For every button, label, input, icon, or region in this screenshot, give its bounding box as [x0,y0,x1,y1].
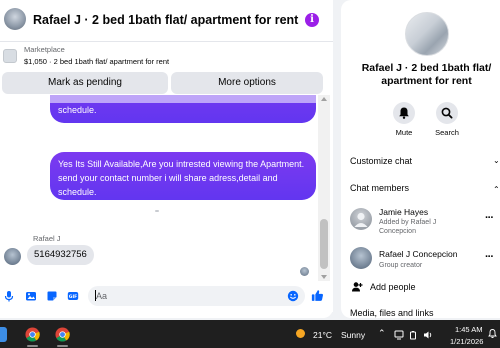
incoming-sender-avatar[interactable] [4,248,21,265]
member-avatar-jamie[interactable] [350,208,372,230]
search-button[interactable] [436,102,458,124]
svg-text:GIF: GIF [69,294,77,300]
gif-icon[interactable]: GIF [67,290,79,302]
listing-thumbnail[interactable] [3,49,17,63]
clock-date[interactable]: 1/21/2026 [450,337,483,346]
seen-indicator-avatar [300,267,309,276]
chat-avatar[interactable] [4,8,26,30]
message-input[interactable] [88,286,305,306]
incoming-sender-name: Rafael J [33,234,61,243]
listing-photo[interactable] [405,12,449,56]
customize-chat-section[interactable]: Customize chat [350,156,412,166]
member-subtitle: Group creator [379,262,423,269]
incoming-message-text: 5164932756 [34,249,87,260]
network-icon[interactable] [394,330,404,340]
member-name[interactable]: Jamie Hayes [379,207,428,217]
image-icon[interactable] [25,290,37,302]
add-person-icon[interactable] [351,281,363,293]
weather-temperature[interactable]: 21°C [313,330,332,340]
incoming-message[interactable]: 5164932756 [27,245,94,265]
chat-members-section[interactable]: Chat members [350,183,409,193]
search-label: Search [435,128,459,137]
member-more-options-icon[interactable]: ··· [485,251,494,263]
thumbs-up-icon[interactable] [311,289,324,302]
member-more-options-icon[interactable]: ··· [485,212,494,224]
taskbar-app-indicator [27,345,38,347]
scroll-down-arrow-icon[interactable] [321,275,327,279]
thread-scrollbar[interactable] [318,95,330,281]
marketplace-label: Marketplace [24,45,65,54]
mute-button[interactable] [393,102,415,124]
outgoing-message-earlier-text: schedule. [58,105,97,115]
emoji-icon[interactable] [287,290,299,302]
sun-icon[interactable] [294,327,307,340]
chevron-up-icon[interactable]: ⌃ [378,328,386,339]
faded-text-overlay [50,95,316,103]
app-icon-partial[interactable] [0,327,7,342]
scroll-up-arrow-icon[interactable] [321,97,327,101]
bell-icon [399,107,409,119]
outgoing-message[interactable]: Yes Its Still Available,Are you intreste… [50,152,316,200]
outgoing-message-text: Yes Its Still Available,Are you intreste… [58,159,305,197]
info-icon[interactable]: i [305,13,319,27]
mute-label: Mute [395,128,413,137]
member-name[interactable]: Rafael J Concepcion [379,249,457,259]
clock-time[interactable]: 1:45 AM [455,325,483,334]
add-people-button[interactable]: Add people [370,282,416,292]
member-subtitle: Added by Rafael J Concepcion [379,219,437,235]
mic-icon[interactable] [3,290,15,302]
chrome-icon[interactable] [55,327,70,342]
more-options-button[interactable]: More options [171,72,323,94]
chevron-up-icon[interactable]: ⌃ [493,185,500,194]
chevron-down-icon[interactable]: ⌄ [493,156,500,165]
message-input-placeholder: Aa [96,291,108,301]
weather-description[interactable]: Sunny [341,330,365,340]
taskbar-app-indicator [57,345,68,347]
search-icon [441,107,453,119]
chat-title[interactable]: Rafael J · 2 bed 1bath flat/ apartment f… [33,13,298,27]
listing-summary[interactable]: $1,050 · 2 bed 1bath flat/ apartment for… [24,57,169,66]
details-title: Rafael J · 2 bed 1bath flat/ apartment f… [361,62,492,87]
person-silhouette-icon [354,212,368,227]
mark-as-pending-button[interactable]: Mark as pending [2,72,168,94]
media-files-links-section[interactable]: Media, files and links [350,308,434,318]
battery-icon[interactable] [409,330,419,340]
speaker-icon[interactable] [423,330,433,340]
chrome-icon[interactable] [25,327,40,342]
scroll-thumb[interactable] [320,219,328,269]
member-avatar-rafael[interactable] [350,247,372,269]
notification-bell-icon[interactable] [487,328,498,339]
message-thread: schedule. Yes Its Still Available,Are yo… [0,95,318,281]
sticker-icon[interactable] [46,290,58,302]
message-separator [155,210,159,212]
